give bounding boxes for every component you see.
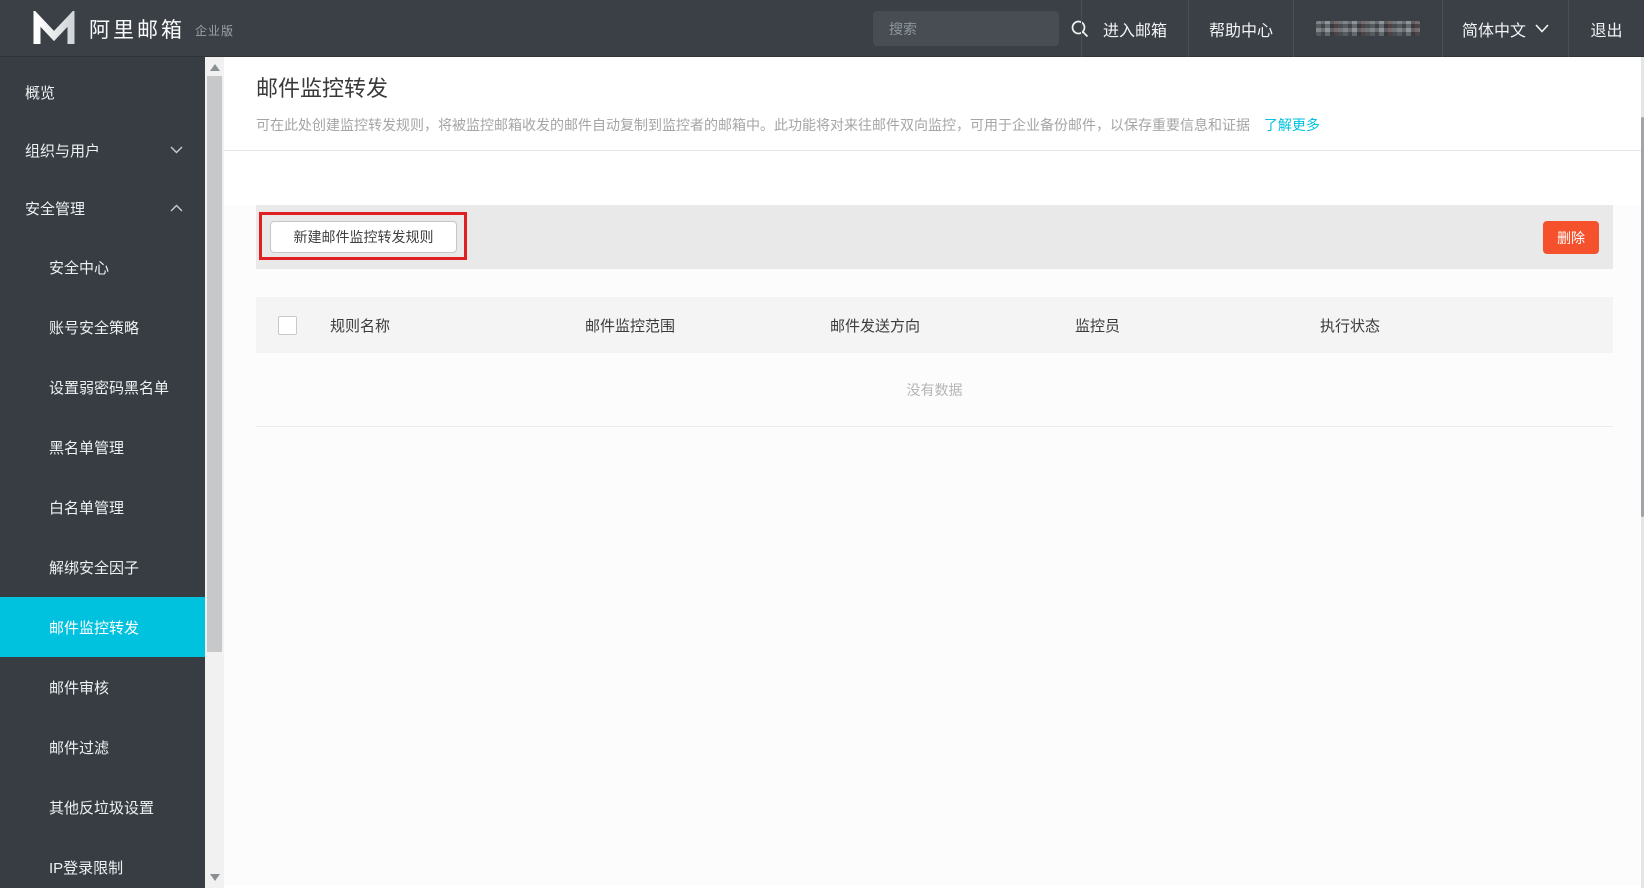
language-label: 简体中文 — [1461, 22, 1526, 40]
page-body: 新建邮件监控转发规则 删除 规则名称 邮件监控范围 邮件发送方向 监控员 执行状… — [224, 205, 1644, 885]
sidebar-item-label: 黑名单管理 — [49, 439, 125, 457]
sidebar-item-label: 解绑安全因子 — [49, 559, 140, 577]
language-selector[interactable]: 简体中文 — [1442, 0, 1568, 57]
logout-button[interactable]: 退出 — [1568, 0, 1644, 57]
column-header-monitor-scope: 邮件监控范围 — [585, 317, 676, 335]
sidebar-item-label: 账号安全策略 — [49, 319, 140, 337]
chevron-up-icon — [170, 204, 183, 212]
learn-more-link[interactable]: 了解更多 — [1264, 117, 1320, 133]
chevron-down-icon — [170, 146, 183, 154]
column-header-rule-name: 规则名称 — [330, 317, 391, 335]
account-menu[interactable] — [1293, 0, 1442, 57]
sidebar-item-other-antispam[interactable]: 其他反垃圾设置 — [0, 777, 205, 837]
account-name-blurred — [1316, 21, 1420, 36]
sidebar-item-security-mgmt[interactable]: 安全管理 — [0, 179, 205, 237]
sidebar-item-label: 安全中心 — [49, 259, 110, 277]
action-toolbar: 新建邮件监控转发规则 删除 — [256, 205, 1613, 269]
top-nav: 进入邮箱 帮助中心 简体中文 退出 — [1081, 0, 1644, 57]
enter-mailbox-link[interactable]: 进入邮箱 — [1081, 0, 1188, 57]
sidebar-item-weak-password-blacklist[interactable]: 设置弱密码黑名单 — [0, 357, 205, 417]
help-center-label: 帮助中心 — [1208, 22, 1273, 40]
scroll-down-arrow-icon[interactable] — [209, 874, 220, 881]
scroll-up-arrow-icon[interactable] — [209, 64, 220, 71]
column-header-monitor-person: 监控员 — [1075, 317, 1121, 335]
sidebar-item-mail-filter[interactable]: 邮件过滤 — [0, 717, 205, 777]
sidebar-item-whitelist-mgmt[interactable]: 白名单管理 — [0, 477, 205, 537]
sidebar-scrollbar[interactable] — [205, 57, 224, 888]
search-box[interactable] — [873, 11, 1089, 46]
search-input[interactable] — [873, 20, 1070, 37]
brand-logo: 阿里邮箱 企业版 — [33, 0, 234, 57]
logout-label: 退出 — [1590, 22, 1623, 40]
sidebar-item-overview[interactable]: 概览 — [0, 63, 205, 121]
sidebar-item-label: 安全管理 — [25, 200, 86, 218]
sidebar-item-label: 邮件审核 — [49, 679, 110, 697]
mail-logo-m-icon — [33, 10, 75, 44]
brand-name: 阿里邮箱 — [89, 18, 185, 42]
sidebar-nav: 概览 组织与用户 安全管理 安全中心 账号安全策略 设置弱密码黑名单 黑名单管理… — [0, 57, 205, 888]
sidebar-item-label: 组织与用户 — [25, 142, 101, 160]
sidebar-item-label: IP登录限制 — [49, 859, 124, 877]
page-description: 可在此处创建监控转发规则，将被监控邮箱收发的邮件自动复制到监控者的邮箱中。此功能… — [256, 115, 1613, 135]
sidebar-item-org-users[interactable]: 组织与用户 — [0, 121, 205, 179]
page-header: 邮件监控转发 可在此处创建监控转发规则，将被监控邮箱收发的邮件自动复制到监控者的… — [224, 57, 1644, 151]
main-content: 邮件监控转发 可在此处创建监控转发规则，将被监控邮箱收发的邮件自动复制到监控者的… — [224, 57, 1644, 888]
sidebar-item-label: 其他反垃圾设置 — [49, 799, 155, 817]
sidebar-item-label: 设置弱密码黑名单 — [49, 379, 170, 397]
delete-button[interactable]: 删除 — [1543, 221, 1599, 254]
create-rule-button[interactable]: 新建邮件监控转发规则 — [270, 221, 457, 253]
sidebar-item-security-center[interactable]: 安全中心 — [0, 237, 205, 297]
select-all-checkbox[interactable] — [278, 315, 297, 335]
sidebar-item-ip-login-limit[interactable]: IP登录限制 — [0, 837, 205, 888]
enter-mailbox-label: 进入邮箱 — [1102, 22, 1167, 40]
sidebar-item-blacklist-mgmt[interactable]: 黑名单管理 — [0, 417, 205, 477]
sidebar-item-label: 邮件过滤 — [49, 739, 110, 757]
sidebar-item-unbind-security-factor[interactable]: 解绑安全因子 — [0, 537, 205, 597]
help-center-link[interactable]: 帮助中心 — [1188, 0, 1293, 57]
empty-state-text: 没有数据 — [906, 381, 963, 398]
table-header-row: 规则名称 邮件监控范围 邮件发送方向 监控员 执行状态 — [256, 297, 1613, 353]
sidebar-item-mail-review[interactable]: 邮件审核 — [0, 657, 205, 717]
sidebar-item-label: 邮件监控转发 — [49, 619, 140, 637]
sidebar-item-label: 概览 — [25, 84, 56, 102]
table-empty-state: 没有数据 — [256, 353, 1613, 427]
sidebar-item-mail-monitor-forward[interactable]: 邮件监控转发 — [0, 597, 205, 657]
sidebar-item-account-security-policy[interactable]: 账号安全策略 — [0, 297, 205, 357]
chevron-down-icon — [1535, 24, 1549, 33]
brand-edition-badge: 企业版 — [195, 24, 235, 38]
page-title: 邮件监控转发 — [256, 76, 389, 101]
sidebar-item-label: 白名单管理 — [49, 499, 125, 517]
description-text: 可在此处创建监控转发规则，将被监控邮箱收发的邮件自动复制到监控者的邮箱中。此功能… — [256, 117, 1250, 133]
sidebar-scrollbar-thumb[interactable] — [207, 76, 222, 652]
top-bar: 阿里邮箱 企业版 进入邮箱 帮助中心 简体中文 — [0, 0, 1644, 57]
column-header-send-direction: 邮件发送方向 — [830, 317, 921, 335]
column-header-exec-status: 执行状态 — [1320, 317, 1381, 335]
admin-console-page: 阿里邮箱 企业版 进入邮箱 帮助中心 简体中文 — [0, 0, 1644, 888]
